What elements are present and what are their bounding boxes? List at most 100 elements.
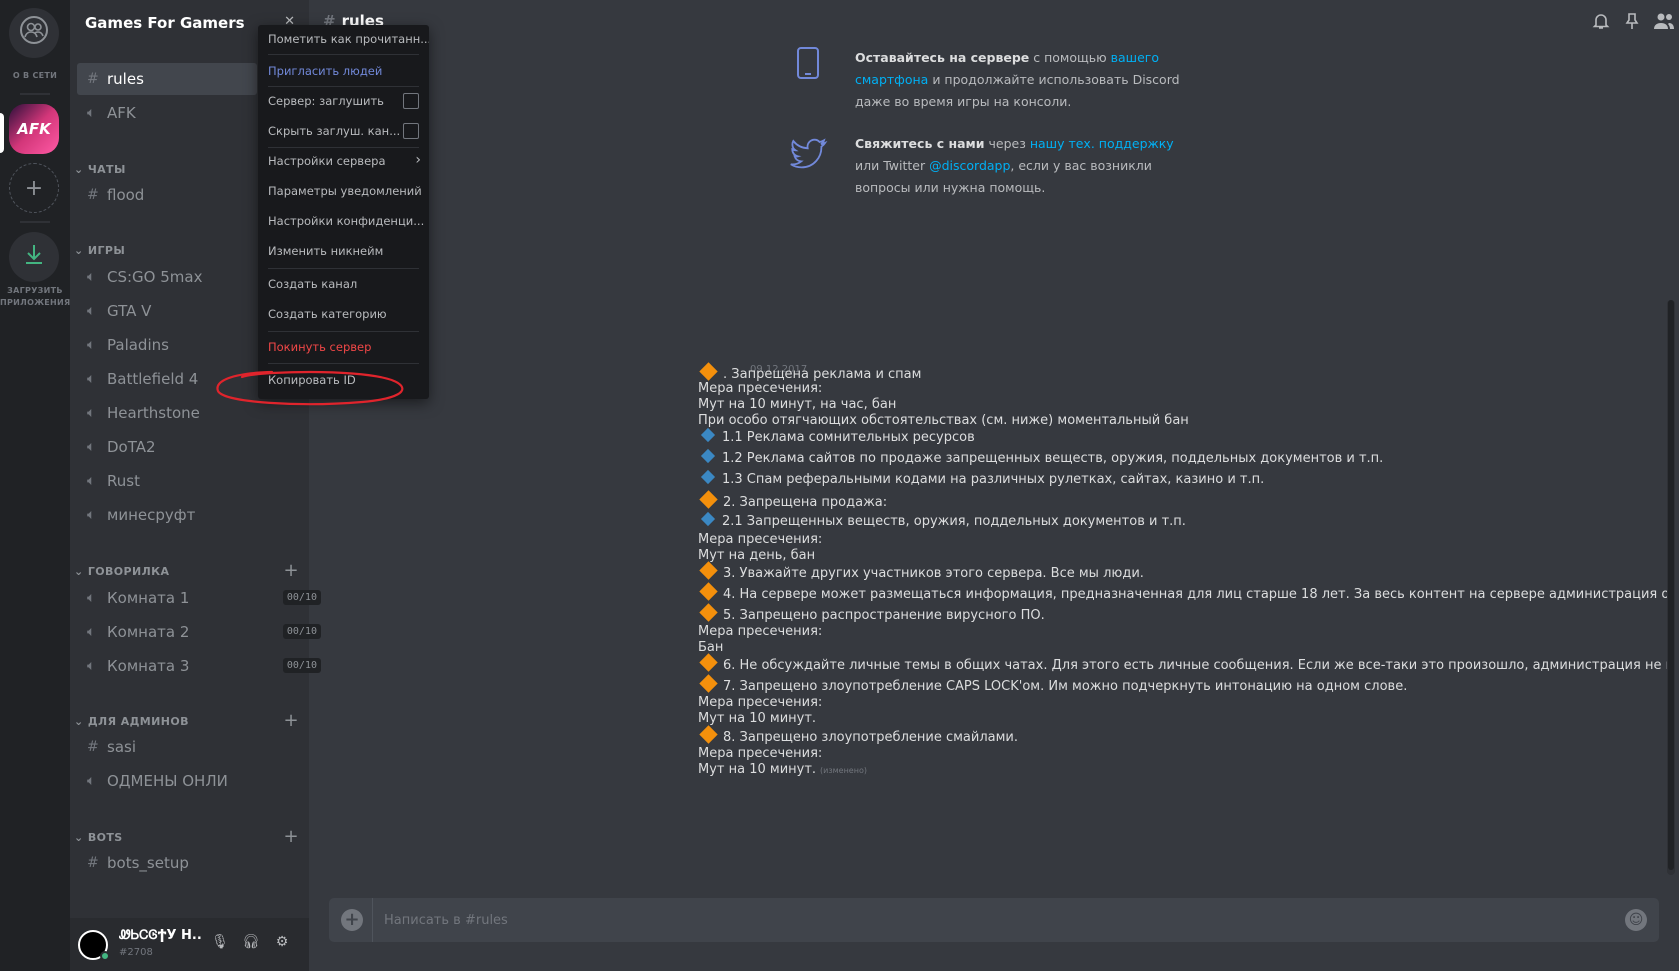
scrollbar-thumb[interactable] xyxy=(1668,300,1674,870)
upload-plus-icon[interactable]: + xyxy=(341,909,363,931)
category-bots[interactable]: ⌄ BOTS + xyxy=(74,826,299,847)
rule-line: 1.3 Спам реферальными кодами на различны… xyxy=(698,469,1264,487)
category-admins[interactable]: ⌄ ДЛЯ АДМИНОВ + xyxy=(74,710,299,731)
speaker-icon: 🔈︎ xyxy=(87,303,96,319)
server-rail: О В СЕТИ AFK + ЗАГРУЗИТЬ ПРИЛОЖЕНИЯ xyxy=(0,0,70,971)
rule-line: Мера пресечения: xyxy=(698,532,822,547)
menu-hide-muted-channels[interactable]: Скрыть заглуш. кан... xyxy=(258,118,429,144)
add-channel-icon[interactable]: + xyxy=(284,710,299,731)
channel-room2[interactable]: 🔈︎ Комната 2 00/10 xyxy=(77,616,321,648)
menu-label: Скрыть заглуш. кан... xyxy=(268,124,401,138)
rule-line: Мера пресечения: xyxy=(698,746,822,761)
channel-room1[interactable]: 🔈︎ Комната 1 00/10 xyxy=(77,582,321,614)
rule-line-text: 3. Уважайте других участников этого серв… xyxy=(723,566,1144,581)
menu-label: Пометить как прочитанн... xyxy=(268,32,429,46)
menu-label: Пригласить людей xyxy=(268,64,383,78)
channel-sasi[interactable]: # sasi xyxy=(77,731,257,763)
online-label: О В СЕТИ xyxy=(12,71,58,80)
menu-server-settings[interactable]: Настройки сервера › xyxy=(258,148,429,174)
channel-room3[interactable]: 🔈︎ Комната 3 00/10 xyxy=(77,650,321,682)
emoji-picker-icon[interactable]: ☺ xyxy=(1625,909,1647,931)
rule-line: 8. Запрещено злоупотребление смайлами. xyxy=(698,725,1018,745)
menu-label: Настройки сервера xyxy=(268,154,386,168)
menu-leave-server[interactable]: Покинуть сервер xyxy=(258,334,429,360)
speaker-icon: 🔈︎ xyxy=(87,624,96,640)
add-channel-icon[interactable]: + xyxy=(284,826,299,847)
menu-create-category[interactable]: Создать категорию xyxy=(258,301,429,327)
gear-icon[interactable]: ⚙ xyxy=(271,934,293,956)
menu-change-nickname[interactable]: Изменить никнейм xyxy=(258,238,429,264)
twitter-info-pre: через xyxy=(984,136,1030,151)
rule-line-text: Бан xyxy=(698,640,724,655)
message-input[interactable] xyxy=(384,898,1584,942)
speaker-icon: 🔈︎ xyxy=(87,590,96,606)
checkbox[interactable] xyxy=(403,93,419,109)
menu-privacy-settings[interactable]: Настройки конфиденци... xyxy=(258,208,429,234)
speaker-icon: 🔈︎ xyxy=(87,269,96,285)
chat-header: # rules xyxy=(309,0,1679,46)
rule-line: Мут на 10 минут. xyxy=(698,711,816,726)
download-icon xyxy=(23,243,45,271)
bell-icon[interactable] xyxy=(1592,12,1610,35)
channel-name: rules xyxy=(107,70,144,88)
checkbox[interactable] xyxy=(403,123,419,139)
avatar[interactable] xyxy=(78,930,110,961)
rule-line-text: Мут на 10 минут, на час, бан xyxy=(698,397,897,412)
orange-diamond-icon xyxy=(699,362,718,381)
channel-csgo[interactable]: 🔈︎ CS:GO 5max xyxy=(77,261,257,293)
rule-line-text: 1.2 Реклама сайтов по продаже запрещенны… xyxy=(722,451,1384,466)
channel-admins-only[interactable]: 🔈︎ ОДМЕНЫ ОНЛИ xyxy=(77,765,257,797)
add-channel-icon[interactable]: + xyxy=(284,560,299,581)
channel-bots-setup[interactable]: # bots_setup xyxy=(77,847,257,879)
rule-line-text: 8. Запрещено злоупотребление смайлами. xyxy=(723,730,1018,745)
channel-flood[interactable]: # flood xyxy=(77,179,257,211)
chevron-right-icon: › xyxy=(415,152,421,168)
menu-separator xyxy=(268,268,419,269)
orange-diamond-icon xyxy=(699,674,718,693)
channel-minecraft[interactable]: 🔈︎ минесруфт xyxy=(77,499,257,531)
chevron-icon: ⌄ xyxy=(74,565,88,578)
speaker-icon: 🔈︎ xyxy=(87,507,96,523)
chevron-icon: ⌄ xyxy=(74,715,88,728)
menu-separator xyxy=(268,363,419,364)
menu-invite-people[interactable]: Пригласить людей xyxy=(258,58,429,84)
rule-line: 1.1 Реклама сомнительных ресурсов xyxy=(698,427,975,445)
rule-line: 6. Не обсуждайте личные темы в общих чат… xyxy=(698,653,1669,673)
menu-notification-settings[interactable]: Параметры уведомлений xyxy=(258,178,429,204)
channel-afk[interactable]: 🔈︎ AFK xyxy=(77,97,257,129)
menu-create-channel[interactable]: Создать канал xyxy=(258,271,429,297)
twitter-info-text: Свяжитесь с нами через нашу тех. поддерж… xyxy=(855,133,1195,199)
channel-dota2[interactable]: 🔈︎ DoTA2 xyxy=(77,431,257,463)
category-talk[interactable]: ⌄ ГОВОРИЛКА + xyxy=(74,560,299,581)
pin-icon[interactable] xyxy=(1624,12,1640,35)
rule-line: 3. Уважайте других участников этого серв… xyxy=(698,561,1144,581)
red-annotation-circle xyxy=(216,370,404,406)
channel-paladins[interactable]: 🔈︎ Paladins xyxy=(77,329,257,361)
friends-button[interactable] xyxy=(9,8,59,58)
twitter-handle-link[interactable]: @discordapp xyxy=(929,158,1010,173)
menu-mark-as-read[interactable]: Пометить как прочитанн... xyxy=(258,26,429,52)
add-server-button[interactable]: + xyxy=(9,163,59,213)
rule-line-text: 6. Не обсуждайте личные темы в общих чат… xyxy=(723,658,1669,673)
channel-name: flood xyxy=(107,186,145,204)
speaker-icon: 🔈︎ xyxy=(87,105,96,121)
hash-icon: # xyxy=(87,71,99,87)
composer-divider xyxy=(372,898,373,942)
support-link[interactable]: нашу тех. поддержку xyxy=(1030,136,1174,151)
mute-mic-icon[interactable]: 🎙︎ xyxy=(209,934,231,956)
channel-gtav[interactable]: 🔈︎ GTA V xyxy=(77,295,257,327)
download-apps-button[interactable] xyxy=(9,232,59,282)
menu-label: Сервер: заглушить xyxy=(268,94,384,108)
server-icon-afk[interactable]: AFK xyxy=(9,104,59,154)
members-icon[interactable] xyxy=(1653,12,1675,35)
headphones-icon[interactable]: 🎧︎ xyxy=(240,934,262,956)
channel-rules[interactable]: # rules xyxy=(77,63,257,95)
chevron-icon: ⌄ xyxy=(74,244,88,257)
channel-rust[interactable]: 🔈︎ Rust xyxy=(77,465,257,497)
rule-line-text: Мера пресечения: xyxy=(698,746,823,761)
channel-name: Комната 1 xyxy=(107,589,190,607)
menu-mute-server[interactable]: Сервер: заглушить xyxy=(258,88,429,114)
channel-name: минесруфт xyxy=(107,506,196,524)
rule-line: 2. Запрещена продажа: xyxy=(698,490,887,510)
rule-line-text: 2.1 Запрещенных веществ, оружия, поддель… xyxy=(722,514,1186,529)
